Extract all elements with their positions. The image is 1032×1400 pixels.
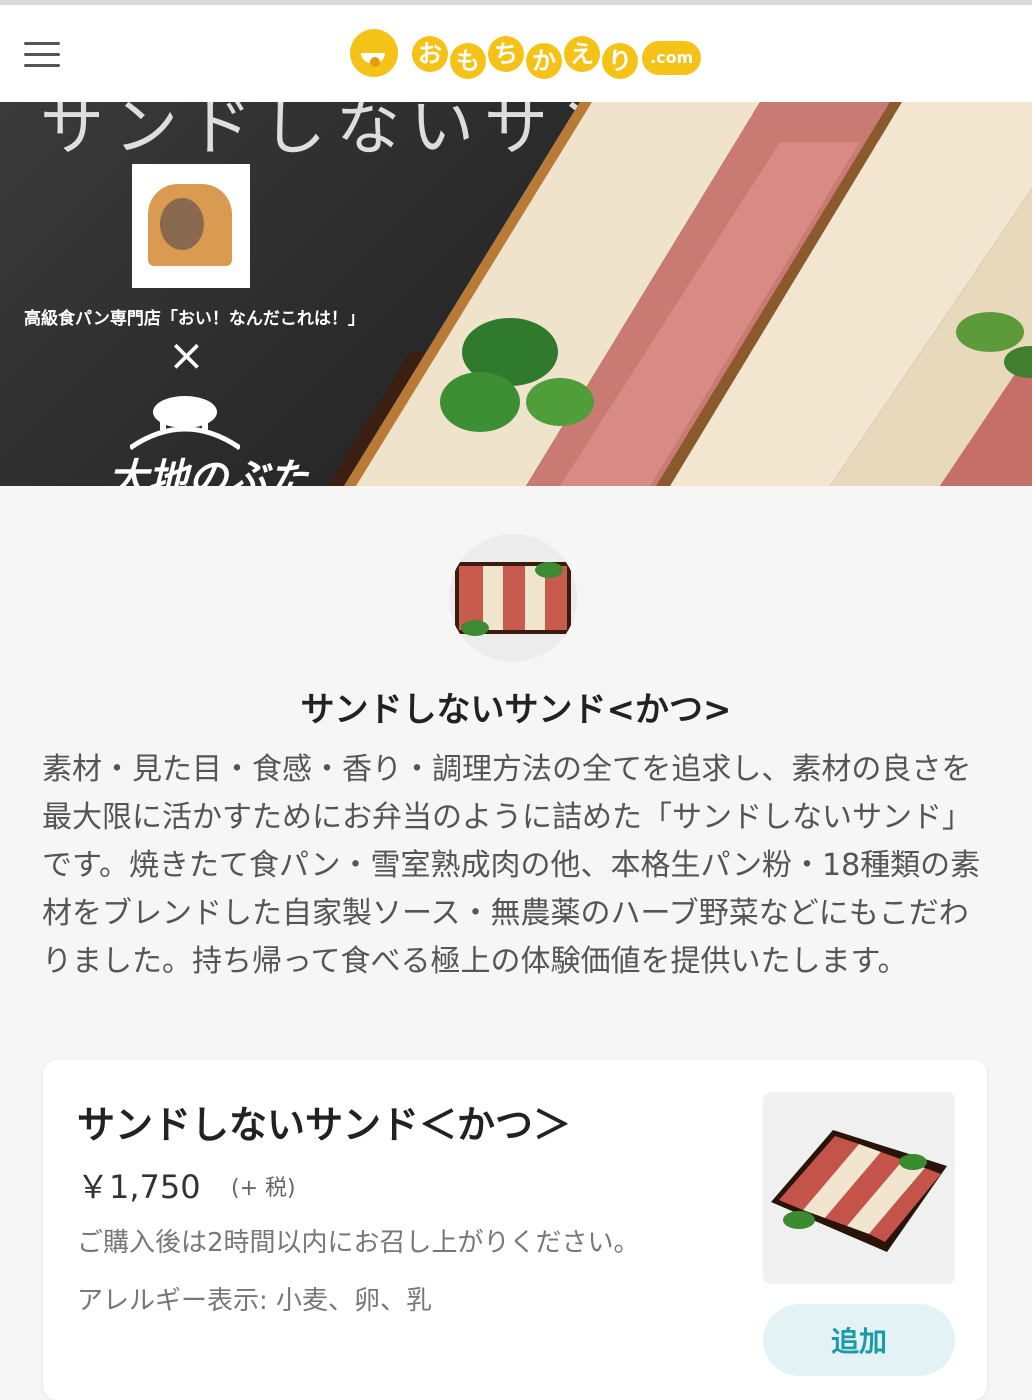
hero-brand-name: 大地のぶた <box>108 455 308 486</box>
menu-item-image <box>763 1092 955 1284</box>
logo-char: か <box>526 43 562 79</box>
shop-name: サンドしないサンド<かつ> <box>300 690 732 730</box>
logo-face-icon <box>350 29 398 77</box>
logo-char: も <box>450 43 486 79</box>
menu-item-card[interactable]: サンドしないサンド＜かつ＞ ￥1,750 (+ 税) ご購入後は2時間以内にお召… <box>43 1060 987 1400</box>
shop-avatar-image <box>449 534 577 662</box>
hamburger-menu-icon[interactable] <box>24 42 60 68</box>
logo-char: ち <box>488 36 524 72</box>
menu-item-thumbnail[interactable] <box>763 1092 955 1284</box>
sandwich-photo <box>330 102 1032 486</box>
logo-char: り <box>602 43 638 79</box>
pig-icon <box>130 396 240 450</box>
app-header: お も ち か え り .com <box>0 0 1032 102</box>
menu-item-title: サンドしないサンド＜かつ＞ <box>77 1103 572 1147</box>
hero-banner: サンドしないサンド<かつ> 高級食パン専門店「おい！なんだこれは！」 × 大地の… <box>0 102 1032 486</box>
logo-char: え <box>564 36 600 72</box>
menu-item-tax: (+ 税) <box>231 1176 296 1201</box>
menu-item-allergy: アレルギー表示: 小麦、卵、乳 <box>77 1286 433 1316</box>
bakery-logo <box>132 164 250 288</box>
menu-item-price: ￥1,750 <box>77 1168 201 1206</box>
shop-avatar <box>449 534 577 662</box>
menu-item-note: ご購入後は2時間以内にお召し上がりください。 <box>77 1228 640 1258</box>
hero-shop-caption: 高級食パン専門店「おい！なんだこれは！」 <box>24 309 365 329</box>
site-logo[interactable]: お も ち か え り .com <box>348 23 702 83</box>
add-button[interactable]: 追加 <box>763 1304 955 1376</box>
logo-suffix: .com <box>642 41 702 75</box>
shop-description: 素材・見た目・食感・香り・調理方法の全てを追求し、素材の良さを 最大限に活かすた… <box>42 752 981 979</box>
logo-wordmark: お も ち か え り .com <box>412 27 702 81</box>
logo-char: お <box>412 36 448 72</box>
hero-cross-mark: × <box>168 330 205 381</box>
